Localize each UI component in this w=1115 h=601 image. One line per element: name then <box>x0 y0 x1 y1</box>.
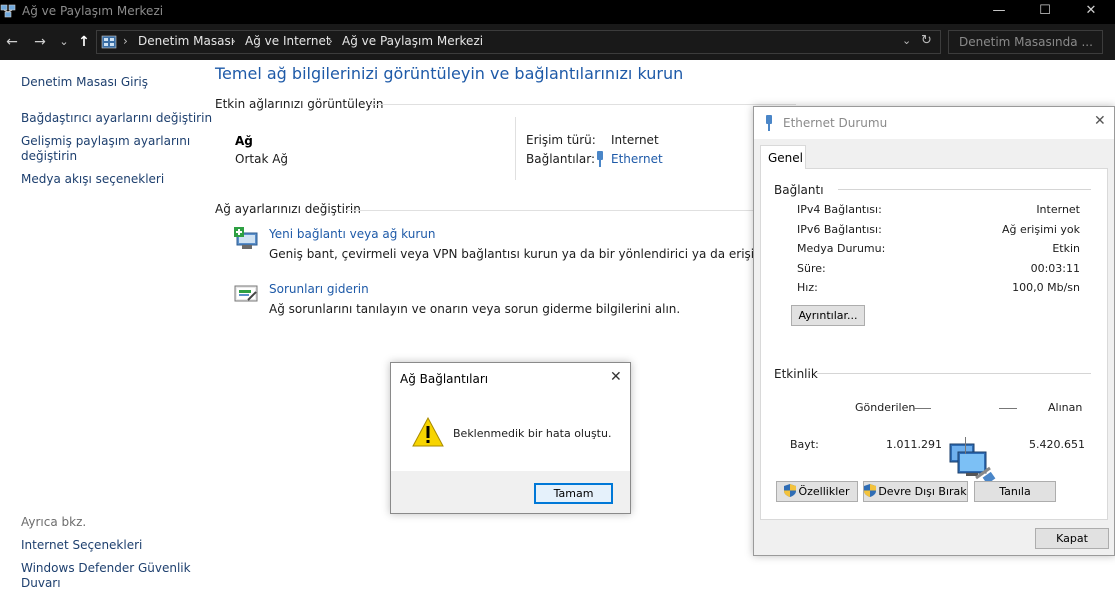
breadcrumb-separator: › <box>231 34 236 48</box>
breadcrumb-control-panel[interactable]: Denetim Masası <box>138 34 234 48</box>
bytes-label: Bayt: <box>790 438 819 451</box>
access-type-label: Erişim türü: <box>526 133 596 147</box>
divider <box>838 189 1091 190</box>
ipv6-label: IPv6 Bağlantısı: <box>797 223 882 236</box>
sidebar-item-control-panel-home[interactable]: Denetim Masası Giriş <box>21 75 148 90</box>
ipv4-value: Internet <box>1036 203 1080 216</box>
ipv4-label: IPv4 Bağlantısı: <box>797 203 882 216</box>
sidebar-item-label: Gelişmiş paylaşım ayarlarını <box>21 134 191 148</box>
troubleshoot-link[interactable]: Sorunları giderin <box>269 282 369 296</box>
network-type[interactable]: Ortak Ağ <box>235 152 288 166</box>
ethernet-status-dialog: Ethernet Durumu ✕ Genel Bağlantı IPv4 Ba… <box>753 106 1115 556</box>
ethernet-connection-link[interactable]: Ethernet <box>611 152 663 166</box>
sidebar-item-label: değiştirin <box>21 149 78 163</box>
duration-value: 00:03:11 <box>1030 262 1080 275</box>
sent-label: Gönderilen <box>855 401 916 414</box>
divider <box>914 408 931 409</box>
new-connection-link[interactable]: Yeni bağlantı veya ağ kurun <box>269 227 435 241</box>
dialog-title-bar: Ethernet Durumu ✕ <box>754 107 1114 139</box>
uac-shield-icon <box>864 484 877 497</box>
up-button[interactable]: ↑ <box>74 32 94 52</box>
activity-group-label: Etkinlik <box>774 367 818 381</box>
recent-locations-button[interactable]: ⌄ <box>54 32 74 52</box>
troubleshoot-icon <box>234 285 258 302</box>
button-label: Özellikler <box>798 485 850 498</box>
breadcrumb-separator: › <box>123 34 128 48</box>
uac-shield-icon <box>784 484 797 497</box>
tab-panel: Bağlantı IPv4 Bağlantısı: Internet IPv6 … <box>760 168 1108 520</box>
close-icon[interactable]: ✕ <box>610 369 622 385</box>
search-input[interactable]: Denetim Masasında ... <box>948 30 1103 54</box>
forward-button[interactable]: → <box>30 32 50 52</box>
media-status-value: Etkin <box>1052 242 1080 255</box>
sidebar-item-advanced-sharing[interactable]: Gelişmiş paylaşım ayarlarını değiştirin <box>21 134 190 164</box>
breadcrumb-network-internet[interactable]: Ağ ve Internet <box>245 34 331 48</box>
see-also-internet-options[interactable]: Internet Seçenekleri <box>21 538 142 553</box>
media-status-label: Medya Durumu: <box>797 242 886 255</box>
error-message-text: Beklenmedik bir hata oluştu. <box>453 427 612 440</box>
error-message-box: Ağ Bağlantıları ✕ Beklenmedik bir hata o… <box>390 362 631 514</box>
connections-label: Bağlantılar: <box>526 152 595 166</box>
new-connection-description: Geniş bant, çevirmeli veya VPN bağlantıs… <box>269 247 832 261</box>
title-bar: Ağ ve Paylaşım Merkezi — ☐ ✕ <box>0 0 1115 24</box>
ok-button[interactable]: Tamam <box>534 483 613 504</box>
properties-button[interactable]: Özellikler <box>776 481 858 502</box>
control-panel-icon <box>101 35 117 49</box>
received-label: Alınan <box>1048 401 1083 414</box>
network-name: Ağ <box>235 134 253 148</box>
details-button[interactable]: Ayrıntılar... <box>791 305 865 326</box>
divider <box>965 437 966 454</box>
maximize-button[interactable]: ☐ <box>1022 0 1068 24</box>
ethernet-plug-icon <box>766 115 772 131</box>
dialog-title: Ethernet Durumu <box>783 116 888 130</box>
close-icon[interactable]: ✕ <box>1094 113 1106 129</box>
breadcrumb-network-sharing-center[interactable]: Ağ ve Paylaşım Merkezi <box>342 34 483 48</box>
bytes-sent-value: 1.011.291 <box>886 438 942 451</box>
duration-label: Süre: <box>797 262 826 275</box>
bytes-received-value: 5.420.651 <box>1029 438 1085 451</box>
close-window-button[interactable]: ✕ <box>1068 0 1114 24</box>
divider <box>515 117 516 180</box>
divider <box>346 210 754 211</box>
disable-button[interactable]: Devre Dışı Bırak <box>863 481 968 502</box>
navigation-bar: ← → ⌄ ↑ › Denetim Masası › Ağ ve Interne… <box>0 24 1115 60</box>
sidebar-item-media-streaming[interactable]: Medya akışı seçenekleri <box>21 172 164 187</box>
sidebar-item-label: Windows Defender Güvenlik <box>21 561 191 575</box>
ethernet-plug-icon <box>597 151 603 167</box>
divider <box>999 408 1017 409</box>
sidebar-item-label: Duvarı <box>21 576 61 590</box>
message-box-title: Ağ Bağlantıları <box>400 372 489 386</box>
address-bar[interactable]: › Denetim Masası › Ağ ve Internet › Ağ v… <box>96 30 941 54</box>
refresh-icon[interactable]: ↻ <box>921 33 932 48</box>
message-box-footer: Tamam <box>391 471 630 513</box>
change-settings-heading: Ağ ayarlarınızı değiştirin <box>215 202 361 216</box>
minimize-button[interactable]: — <box>976 0 1022 24</box>
see-also-heading: Ayrıca bkz. <box>21 515 87 529</box>
ipv6-value: Ağ erişimi yok <box>1001 223 1080 236</box>
breadcrumb-separator: › <box>328 34 333 48</box>
warning-icon <box>412 417 444 447</box>
troubleshoot-description: Ağ sorunlarını tanılayın ve onarın veya … <box>269 302 681 316</box>
close-button[interactable]: Kapat <box>1035 528 1109 549</box>
back-button[interactable]: ← <box>2 32 22 52</box>
active-networks-heading: Etkin ağlarınızı görüntüleyin <box>215 97 384 111</box>
see-also-firewall[interactable]: Windows Defender Güvenlik Duvarı <box>21 561 191 591</box>
window-title: Ağ ve Paylaşım Merkezi <box>22 4 164 18</box>
divider <box>368 104 796 105</box>
diagnose-button[interactable]: Tanıla <box>974 481 1056 502</box>
new-connection-icon <box>234 227 258 249</box>
network-center-icon <box>0 4 16 18</box>
speed-label: Hız: <box>797 281 818 294</box>
speed-value: 100,0 Mb/sn <box>1012 281 1080 294</box>
access-type-value: Internet <box>611 133 659 147</box>
divider <box>817 373 1091 374</box>
connection-group-label: Bağlantı <box>774 183 824 197</box>
page-title: Temel ağ bilgilerinizi görüntüleyin ve b… <box>215 64 684 83</box>
sidebar-item-adapter-settings[interactable]: Bağdaştırıcı ayarlarını değiştirin <box>21 111 212 126</box>
address-dropdown-icon[interactable]: ⌄ <box>902 34 911 47</box>
button-label: Devre Dışı Bırak <box>878 485 967 498</box>
tab-general[interactable]: Genel <box>760 145 806 169</box>
